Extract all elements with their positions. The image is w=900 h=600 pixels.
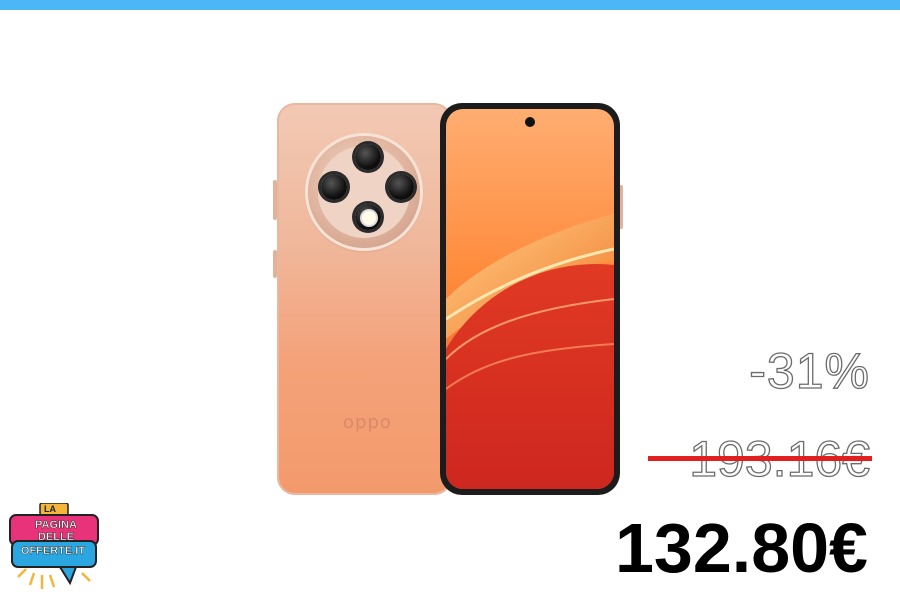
phone-side-button <box>273 180 277 220</box>
badge-label-line1: PAGINA DELLE <box>35 519 77 543</box>
current-price: 132.80€ <box>614 509 868 587</box>
top-accent-bar <box>0 0 900 10</box>
camera-lens <box>355 144 381 170</box>
camera-lens <box>388 174 414 200</box>
camera-flash <box>362 211 376 225</box>
price-strikethrough <box>648 456 872 461</box>
phone-side-button <box>273 250 277 278</box>
wallpaper-graphic <box>446 214 614 489</box>
camera-lens <box>321 174 347 200</box>
brand-logo: oppo <box>343 412 392 433</box>
badge-label-la: LA <box>44 504 56 514</box>
discount-percentage: -31% <box>749 342 870 399</box>
phone-screen <box>446 109 614 489</box>
front-camera-hole <box>525 117 535 127</box>
badge-label-line2: OFFERTE.IT <box>20 545 86 557</box>
